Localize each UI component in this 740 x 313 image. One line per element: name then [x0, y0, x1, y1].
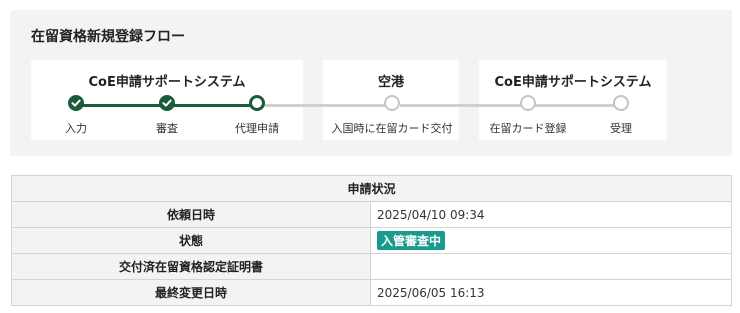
flow-group-title: CoE申請サポートシステム	[88, 75, 246, 90]
step-label: 代理申請	[235, 122, 279, 135]
status-table-header: 申請状況	[11, 175, 732, 202]
flow-group-title: 空港	[377, 75, 404, 90]
table-row: 状態 入管審査中	[11, 227, 732, 254]
step-label: 入力	[65, 122, 87, 135]
step-label: 受理	[610, 122, 632, 135]
table-row: 依頼日時 2025/04/10 09:34	[11, 201, 732, 228]
table-row: 交付済在留資格認定証明書	[11, 253, 732, 280]
flow-connector	[400, 104, 528, 107]
registration-flow-panel: 在留資格新規登録フロー CoE申請サポートシステム 空港 CoE申請サポートシス…	[10, 10, 732, 156]
flow-connector	[263, 104, 392, 107]
table-row: 最終変更日時 2025/06/05 16:13	[11, 279, 732, 306]
flow-connector	[535, 104, 621, 107]
flow-connector	[173, 104, 251, 107]
request-datetime-value: 2025/04/10 09:34	[370, 201, 732, 228]
check-icon	[71, 99, 81, 107]
step-node-pending	[520, 95, 536, 111]
status-label: 状態	[11, 227, 371, 254]
step-node-pending	[384, 95, 400, 111]
last-modified-label: 最終変更日時	[11, 279, 371, 306]
flow-connector	[83, 104, 167, 107]
step-label: 在留カード登録	[489, 122, 567, 135]
step-node-current	[249, 95, 265, 111]
step-node-pending	[613, 95, 629, 111]
step-node-done	[159, 95, 175, 111]
check-icon	[162, 99, 172, 107]
flow-group-title: CoE申請サポートシステム	[494, 75, 652, 90]
status-value-cell: 入管審査中	[370, 227, 732, 254]
application-status-table: 申請状況 依頼日時 2025/04/10 09:34 状態 入管審査中 交付済在…	[11, 175, 732, 306]
status-badge: 入管審査中	[377, 231, 446, 250]
issued-coe-label: 交付済在留資格認定証明書	[11, 253, 371, 280]
step-node-done	[68, 95, 84, 111]
step-label: 審査	[156, 122, 178, 135]
issued-coe-value	[370, 253, 732, 280]
flow-title: 在留資格新規登録フロー	[31, 29, 185, 45]
request-datetime-label: 依頼日時	[11, 201, 371, 228]
step-label: 入国時に在留カード交付	[331, 122, 453, 135]
last-modified-value: 2025/06/05 16:13	[370, 279, 732, 306]
